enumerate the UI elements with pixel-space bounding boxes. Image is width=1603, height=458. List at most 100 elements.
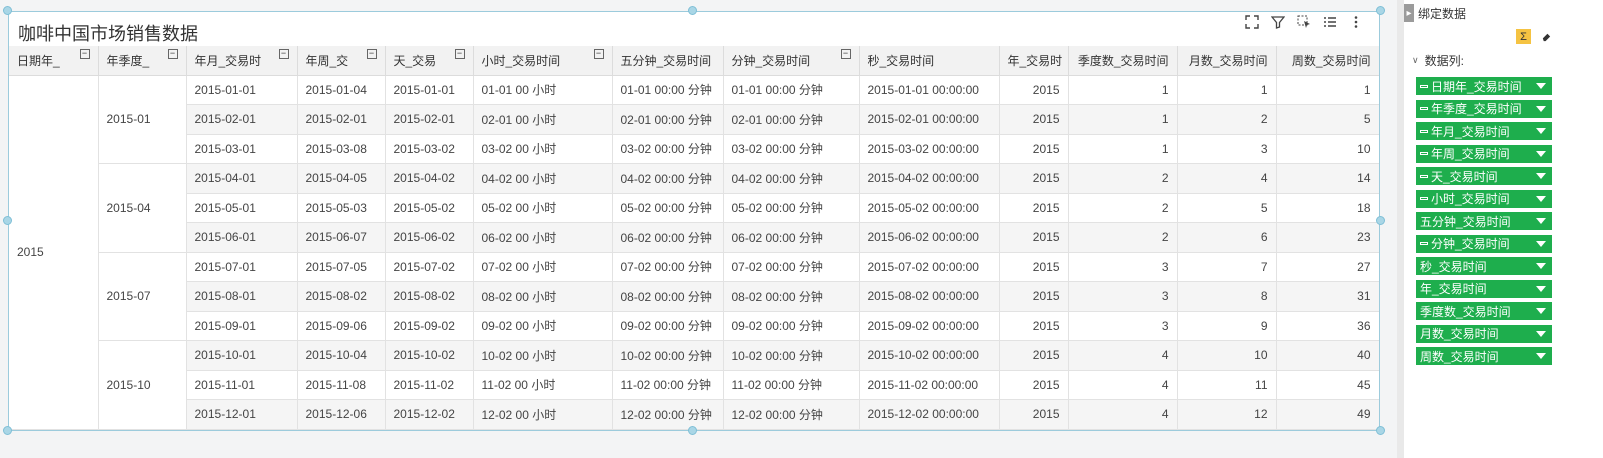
bound-field[interactable]: 日期年_交易时间 — [1416, 77, 1552, 95]
table-cell: 8 — [1177, 281, 1277, 312]
resize-handle-bottom[interactable] — [688, 426, 697, 435]
resize-handle-top-right[interactable] — [1376, 6, 1385, 15]
dropdown-arrow-icon[interactable] — [1536, 330, 1546, 337]
resize-handle-bottom-left[interactable] — [3, 426, 12, 435]
table-cell: 01-01 00:00 分钟 — [612, 75, 724, 105]
panel-divider — [1397, 0, 1404, 458]
bound-field[interactable]: 五分钟_交易时间 — [1416, 212, 1552, 230]
dropdown-arrow-icon[interactable] — [1536, 263, 1546, 269]
column-header[interactable]: 月数_交易时间 — [1177, 46, 1277, 76]
column-header[interactable]: 季度数_交易时间 — [1068, 46, 1178, 76]
table-row: 2015-03-01 2015-03-08 2015-03-02 03-02 00 小… — [9, 134, 1379, 164]
table-cell: 2015-03-02 — [385, 134, 474, 164]
panel-collapse-icon[interactable]: ▸ — [1404, 4, 1414, 22]
resize-handle-bottom-right[interactable] — [1376, 426, 1385, 435]
column-header[interactable]: 年月_交易时 − — [186, 46, 298, 76]
dropdown-arrow-icon[interactable] — [1536, 308, 1546, 314]
dropdown-arrow-icon[interactable] — [1536, 150, 1546, 157]
table-widget[interactable]: 咖啡中国市场销售数据 日期年_ − 年季度_ − 年月_交易时 − 年周_交 −… — [8, 11, 1380, 431]
table-cell: 2015-10-01 — [186, 340, 298, 371]
column-header[interactable]: 秒_交易时间 — [859, 46, 1000, 76]
column-header[interactable]: 年周_交 − — [297, 46, 386, 76]
resize-handle-left[interactable] — [3, 216, 12, 225]
bound-field-label: 月数_交易时间 — [1420, 327, 1499, 341]
sum-icon[interactable]: Σ — [1516, 29, 1531, 44]
table-cell: 2015-04-01 — [186, 163, 298, 194]
table-cell: 2015-12-06 — [297, 399, 386, 430]
resize-handle-top[interactable] — [688, 6, 697, 15]
table-cell: 03-02 00:00 分钟 — [612, 134, 724, 164]
dropdown-arrow-icon[interactable] — [1536, 218, 1546, 224]
table-cell: 08-02 00:00 分钟 — [723, 281, 860, 312]
table-row: 2015-12-01 2015-12-06 2015-12-02 12-02 00 小… — [9, 399, 1379, 430]
bound-field[interactable]: 年周_交易时间 — [1416, 144, 1552, 163]
table-cell: 5 — [1177, 193, 1277, 223]
column-header[interactable]: 天_交易 − — [385, 46, 474, 76]
bound-field[interactable]: 年月_交易时间 — [1416, 122, 1552, 140]
bound-field[interactable]: 月数_交易时间 — [1416, 324, 1552, 343]
table-cell: 2015-02-01 — [186, 104, 298, 135]
table-cell: 05-02 00:00 分钟 — [612, 193, 724, 223]
column-header[interactable]: 五分钟_交易时间 — [612, 46, 724, 76]
list-icon[interactable] — [1319, 14, 1341, 30]
column-header[interactable]: 年季度_ − — [98, 46, 187, 76]
column-header[interactable]: 日期年_ − — [9, 46, 99, 76]
table-cell: 08-02 00:00 分钟 — [612, 281, 724, 312]
data-columns-section[interactable]: ∨ 数据列: — [1412, 52, 1464, 69]
table-cell: 04-02 00:00 分钟 — [723, 163, 860, 194]
collapse-icon[interactable]: − — [366, 49, 377, 59]
table-cell: 03-02 00:00 分钟 — [723, 134, 860, 164]
table-cell: 2015-09-02 — [385, 311, 474, 341]
collapse-icon[interactable]: − — [840, 49, 851, 59]
dropdown-arrow-icon[interactable] — [1536, 285, 1546, 292]
table-row: 2015-09-01 2015-09-06 2015-09-02 09-02 00 小… — [9, 311, 1379, 341]
table-cell: 2015-05-01 — [186, 193, 298, 223]
column-header[interactable]: 小时_交易时间 − — [473, 46, 613, 76]
dropdown-arrow-icon[interactable] — [1536, 105, 1546, 112]
more-icon[interactable] — [1345, 14, 1367, 30]
field-list: 日期年_交易时间 年季度_交易时间 年月_交易时间 年周_交易时间 天_交易时间 小时_交… — [1416, 77, 1552, 370]
bound-field[interactable]: 年_交易时间 — [1416, 279, 1552, 298]
bound-field[interactable]: 年季度_交易时间 — [1416, 99, 1552, 118]
dropdown-arrow-icon[interactable] — [1536, 195, 1546, 202]
eraser-icon[interactable] — [1539, 29, 1554, 44]
table-cell: 02-01 00 小时 — [473, 104, 613, 135]
table-cell: 04-02 00:00 分钟 — [612, 163, 724, 194]
bound-field[interactable]: 秒_交易时间 — [1416, 257, 1552, 275]
table-cell: 2015-05-02 00:00:00 — [859, 193, 1000, 223]
bound-field-label: 年_交易时间 — [1420, 282, 1487, 296]
table-cell: 6 — [1177, 222, 1277, 253]
table-cell: 2015-11-02 — [385, 370, 474, 400]
bound-field[interactable]: 季度数_交易时间 — [1416, 302, 1552, 320]
column-header[interactable]: 周数_交易时间 — [1276, 46, 1379, 76]
collapse-icon[interactable]: − — [167, 49, 178, 59]
dropdown-arrow-icon[interactable] — [1536, 83, 1546, 89]
dropdown-arrow-icon[interactable] — [1536, 173, 1546, 179]
table-cell: 11-02 00:00 分钟 — [612, 370, 724, 400]
resize-handle-top-left[interactable] — [3, 6, 12, 15]
select-icon[interactable] — [1293, 14, 1315, 30]
filter-icon[interactable] — [1267, 14, 1289, 30]
collapse-icon[interactable]: − — [79, 49, 90, 59]
column-header[interactable]: 年_交易时 — [999, 46, 1069, 76]
fullscreen-icon[interactable] — [1241, 14, 1263, 30]
table-cell: 2015-02-01 — [385, 104, 474, 135]
bound-field[interactable]: 天_交易时间 — [1416, 167, 1552, 185]
dropdown-arrow-icon[interactable] — [1536, 128, 1546, 134]
dropdown-arrow-icon[interactable] — [1536, 240, 1546, 247]
column-header-label: 天_交易 — [393, 53, 437, 68]
bound-field[interactable]: 小时_交易时间 — [1416, 189, 1552, 208]
dropdown-arrow-icon[interactable] — [1536, 353, 1546, 359]
collapse-icon[interactable]: − — [278, 49, 289, 59]
collapse-icon[interactable]: − — [454, 49, 465, 59]
column-header[interactable]: 分钟_交易时间 − — [723, 46, 860, 76]
bound-field[interactable]: 分钟_交易时间 — [1416, 234, 1552, 253]
bound-field[interactable]: 周数_交易时间 — [1416, 347, 1552, 365]
table-cell: 2015-02-01 — [297, 104, 386, 135]
table-row: 2015-05-01 2015-05-03 2015-05-02 05-02 00 小… — [9, 193, 1379, 223]
resize-handle-right[interactable] — [1376, 216, 1385, 225]
column-header-label: 月数_交易时间 — [1188, 53, 1268, 68]
panel-header: ▸ 绑定数据 — [1404, 4, 1466, 22]
collapse-icon[interactable]: − — [593, 49, 604, 59]
dimension-icon — [1420, 84, 1428, 88]
